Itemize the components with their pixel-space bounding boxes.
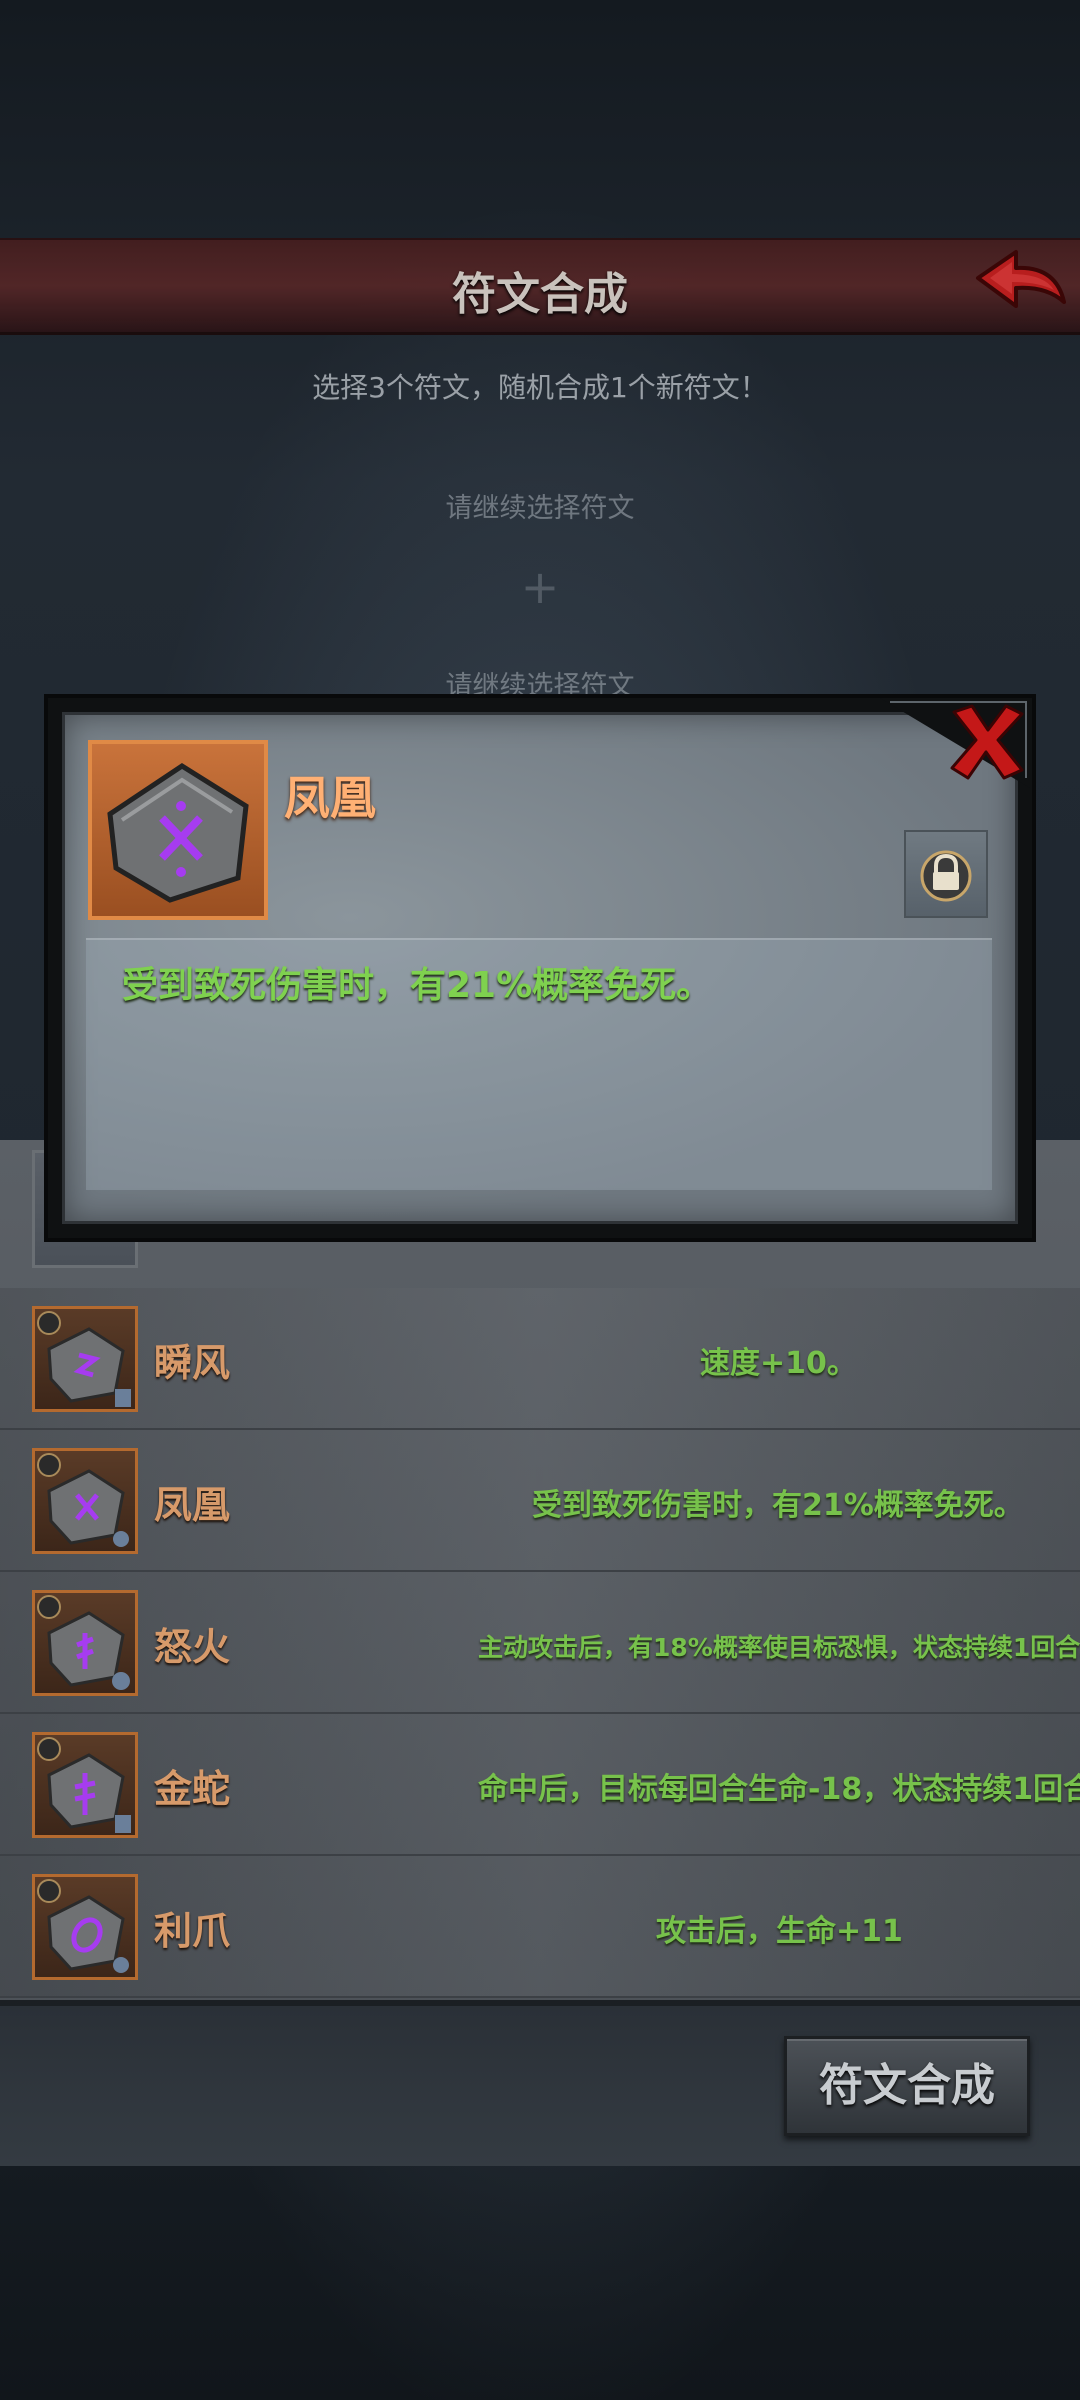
lock-icon bbox=[37, 1311, 61, 1335]
rune-description: 速度+10。 bbox=[700, 1346, 857, 1381]
rune-description: 受到致死伤害时，有21%概率免死。 bbox=[532, 1488, 1024, 1523]
rune-row[interactable]: 利爪 攻击后，生命+11 bbox=[0, 1856, 1080, 1998]
popup-rune-name: 凤凰 bbox=[284, 771, 376, 825]
rune-name: 怒火 bbox=[154, 1625, 231, 1669]
rune-row[interactable]: 凤凰 受到致死伤害时，有21%概率免死。 bbox=[0, 1430, 1080, 1572]
back-arrow-icon bbox=[976, 250, 1066, 308]
rune-thumb bbox=[32, 1448, 138, 1554]
rune-description: 攻击后，生命+11 bbox=[656, 1914, 903, 1949]
rune-description: 命中后，目标每回合生命-18，状态持续1回合 bbox=[478, 1772, 1080, 1807]
plus-sign: + bbox=[520, 560, 560, 614]
rune-row[interactable]: 怒火 主动攻击后，有18%概率使目标恐惧，状态持续1回合。 bbox=[0, 1572, 1080, 1714]
lock-icon bbox=[37, 1453, 61, 1477]
phoenix-rune-icon bbox=[107, 763, 249, 903]
rune-name: 凤凰 bbox=[154, 1483, 231, 1527]
lock-icon bbox=[37, 1595, 61, 1619]
close-button[interactable] bbox=[944, 700, 1030, 784]
rune-thumb bbox=[32, 1732, 138, 1838]
back-button[interactable] bbox=[970, 244, 1070, 320]
page-title: 符文合成 bbox=[452, 269, 628, 320]
rune-name: 利爪 bbox=[154, 1909, 231, 1953]
lock-button[interactable] bbox=[904, 830, 988, 918]
lock-icon bbox=[920, 850, 972, 902]
compose-button[interactable]: 符文合成 bbox=[784, 2036, 1030, 2136]
rune-slot-1[interactable]: 请继续选择符文 bbox=[0, 486, 1080, 525]
rune-description: 主动攻击后，有18%概率使目标恐惧，状态持续1回合。 bbox=[478, 1633, 1080, 1662]
rune-row[interactable]: 金蛇 命中后，目标每回合生命-18，状态持续1回合 bbox=[0, 1714, 1080, 1856]
rune-row[interactable]: 瞬风 速度+10。 bbox=[0, 1288, 1080, 1430]
lock-icon bbox=[37, 1879, 61, 1903]
popup-rune-icon bbox=[88, 740, 268, 920]
lock-icon bbox=[37, 1737, 61, 1761]
rune-thumb bbox=[32, 1306, 138, 1412]
rune-name: 金蛇 bbox=[154, 1767, 231, 1811]
close-x-icon bbox=[950, 704, 1024, 780]
popup-rune-description: 受到致死伤害时，有21%概率免死。 bbox=[122, 965, 713, 1006]
rune-name: 瞬风 bbox=[154, 1341, 231, 1385]
rune-thumb bbox=[32, 1874, 138, 1980]
instructions-text: 选择3个符文，随机合成1个新符文！ bbox=[312, 371, 768, 404]
rune-thumb bbox=[32, 1590, 138, 1696]
